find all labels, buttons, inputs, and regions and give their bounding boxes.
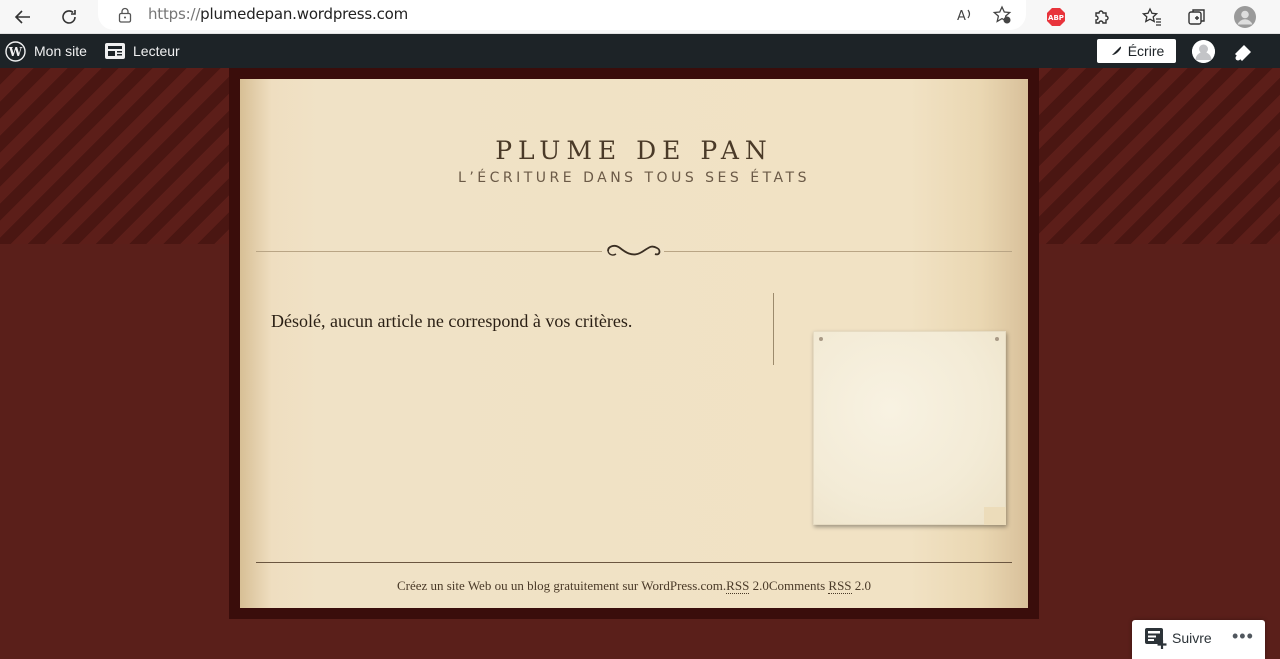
notifications-bell-icon[interactable] xyxy=(1232,42,1254,62)
puzzle-icon xyxy=(1095,10,1109,24)
user-avatar-icon xyxy=(1192,40,1215,63)
rss-version: 2.0 xyxy=(749,578,769,593)
sidebar-note-paper xyxy=(813,331,1006,525)
rss-abbr: RSS xyxy=(726,578,750,594)
more-options-button[interactable]: ••• xyxy=(1232,626,1254,647)
wp-admin-bar: W Mon site Lecteur Écrire xyxy=(0,34,1280,68)
reader-menu[interactable]: Lecteur xyxy=(105,34,180,68)
svg-text:A: A xyxy=(957,9,966,24)
comments-label: Comments xyxy=(768,578,829,593)
flourish-ornament-icon xyxy=(602,244,664,258)
no-results-message: Désolé, aucun article ne correspond à vo… xyxy=(271,311,633,331)
extensions-button[interactable] xyxy=(1088,3,1116,31)
refresh-icon xyxy=(62,10,76,24)
pin-dot xyxy=(995,337,999,341)
my-site-menu[interactable]: W Mon site xyxy=(5,34,87,68)
quill-icon xyxy=(1109,46,1121,57)
pin-dot xyxy=(819,337,823,341)
svg-text:ABP: ABP xyxy=(1048,14,1064,22)
site-title[interactable]: PLUME DE PAN xyxy=(240,136,1028,165)
write-label: Écrire xyxy=(1127,43,1165,59)
write-button[interactable]: Écrire xyxy=(1097,39,1176,63)
site-footer: Créez un site Web ou un blog gratuitemen… xyxy=(240,578,1028,594)
comments-rss-abbr: RSS xyxy=(828,578,852,594)
comments-rss-link[interactable]: Comments RSS 2.0 xyxy=(769,578,871,594)
lock-icon[interactable] xyxy=(118,7,132,23)
adblock-extension-button[interactable]: ABP xyxy=(1042,3,1070,31)
sidebar-separator xyxy=(773,293,774,365)
svg-text:W: W xyxy=(8,45,23,59)
comments-version: 2.0 xyxy=(851,578,872,593)
address-bar[interactable]: https://plumedepan.wordpress.com A xyxy=(98,0,1026,30)
back-button[interactable] xyxy=(9,3,37,31)
follow-button[interactable]: Suivre xyxy=(1172,630,1212,646)
user-avatar[interactable] xyxy=(1192,40,1215,63)
url-protocol: https:// xyxy=(148,5,201,23)
back-arrow-icon xyxy=(14,10,30,24)
url-text[interactable]: https://plumedepan.wordpress.com xyxy=(148,5,408,23)
collections-icon xyxy=(1188,9,1205,25)
favorites-icon xyxy=(1142,7,1161,26)
adblock-icon: ABP xyxy=(1047,8,1065,26)
rss-feed-link[interactable]: RSS 2.0 xyxy=(726,578,769,594)
wordpress-credit-link[interactable]: Créez un site Web ou un blog gratuitemen… xyxy=(397,578,726,593)
reader-label: Lecteur xyxy=(133,43,180,59)
torn-corner xyxy=(984,507,1006,525)
browser-toolbar: https://plumedepan.wordpress.com A ABP xyxy=(0,0,1280,34)
wordpress-logo-icon: W xyxy=(5,40,26,62)
follow-reader-icon[interactable] xyxy=(1145,628,1167,650)
site-description: L’ÉCRITURE DANS TOUS SES ÉTATS xyxy=(458,170,810,186)
refresh-button[interactable] xyxy=(55,3,83,31)
url-host: plumedepan.wordpress.com xyxy=(200,5,409,23)
profile-icon xyxy=(1234,6,1256,28)
profile-button[interactable] xyxy=(1231,3,1259,31)
favorite-add-icon[interactable] xyxy=(992,5,1012,25)
collections-button[interactable] xyxy=(1183,3,1211,31)
follow-widget: Suivre ••• xyxy=(1132,620,1265,659)
read-aloud-icon[interactable]: A xyxy=(956,6,974,24)
favorites-button[interactable] xyxy=(1138,3,1166,31)
reader-icon xyxy=(105,43,125,59)
my-site-label: Mon site xyxy=(34,43,87,59)
footer-divider xyxy=(256,562,1012,563)
